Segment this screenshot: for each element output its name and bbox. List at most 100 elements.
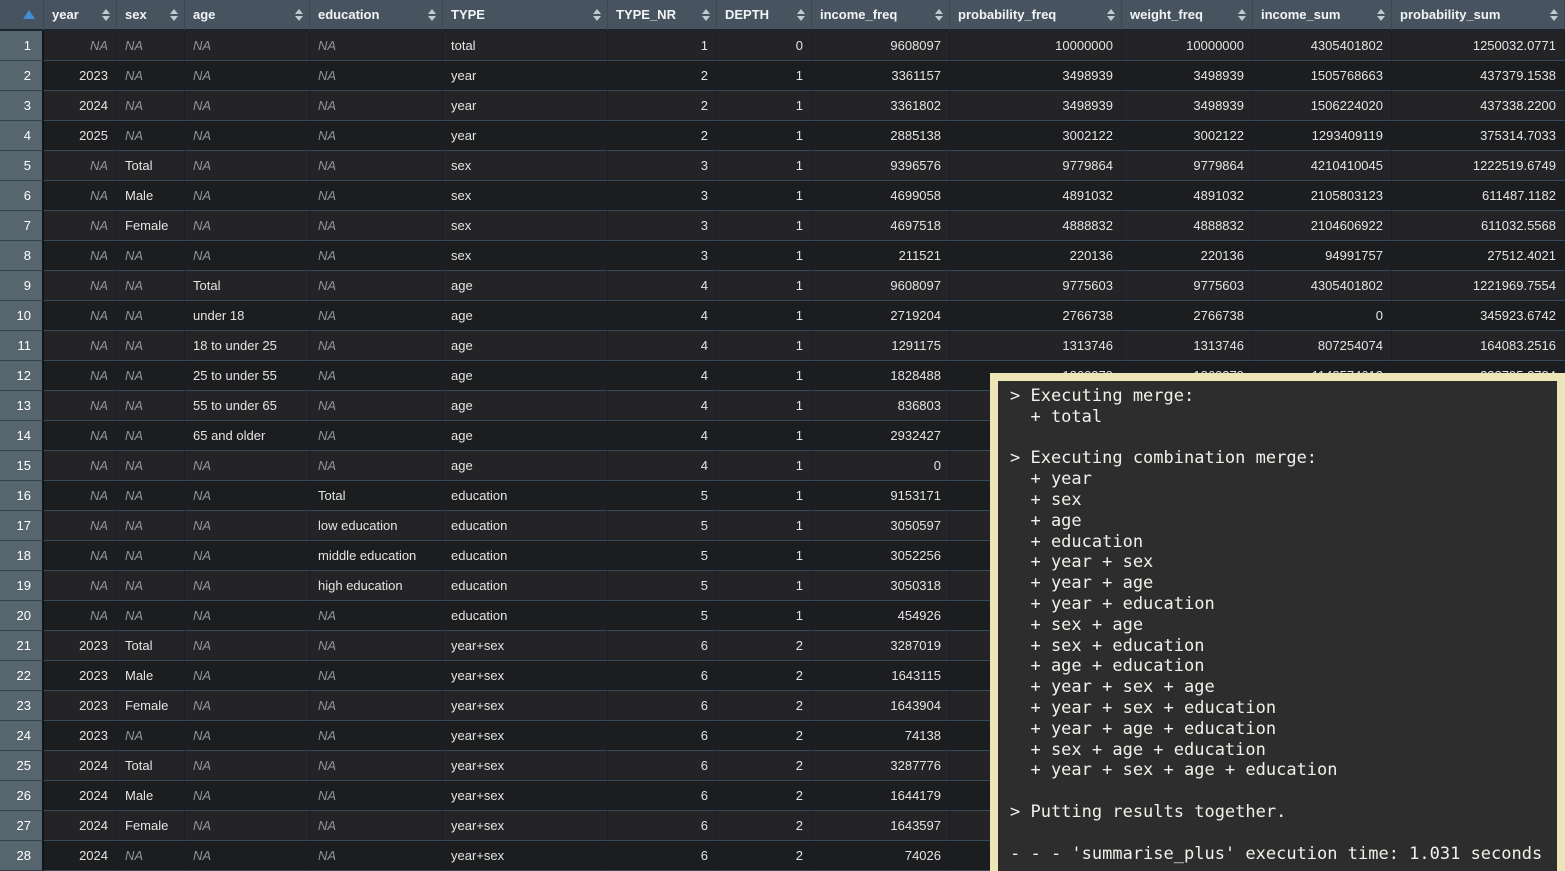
cell-DEPTH: 0 (717, 31, 812, 61)
sort-toggle-icon (1107, 9, 1115, 21)
cell-sex: NA (117, 31, 185, 61)
cell-DEPTH: 2 (717, 781, 812, 811)
cell-probability_freq: 3498939 (950, 61, 1122, 91)
cell-education: Total (310, 481, 443, 511)
cell-age: NA (185, 601, 310, 631)
sort-toggle-icon (1238, 9, 1246, 21)
triangle-down-icon (702, 16, 710, 21)
column-header-sex[interactable]: sex (117, 0, 185, 31)
cell-DEPTH: 1 (717, 91, 812, 121)
cell-TYPE_NR: 5 (608, 601, 717, 631)
cell-TYPE_NR: 4 (608, 361, 717, 391)
cell-sex: NA (117, 451, 185, 481)
cell-education: NA (310, 451, 443, 481)
triangle-up-icon (702, 9, 710, 14)
row-number: 3 (0, 91, 44, 121)
cell-TYPE_NR: 6 (608, 631, 717, 661)
column-header-weight_freq[interactable]: weight_freq (1122, 0, 1253, 31)
row-number: 14 (0, 421, 44, 451)
cell-income_sum: 1506224020 (1253, 91, 1392, 121)
column-header-probability_sum[interactable]: probability_sum (1392, 0, 1565, 31)
cell-sex: NA (117, 331, 185, 361)
cell-year: 2024 (44, 751, 117, 781)
cell-income_freq: 9608097 (812, 271, 950, 301)
table-row: 42025NANANAyear2128851383002122300212212… (0, 121, 1565, 151)
cell-age: 65 and older (185, 421, 310, 451)
column-header-probability_freq[interactable]: probability_freq (950, 0, 1122, 31)
column-header-rownum[interactable] (0, 0, 44, 31)
cell-TYPE_NR: 3 (608, 211, 717, 241)
cell-age: NA (185, 571, 310, 601)
cell-TYPE: year (443, 121, 608, 151)
cell-year: 2023 (44, 661, 117, 691)
column-header-income_sum[interactable]: income_sum (1253, 0, 1392, 31)
cell-sex: NA (117, 481, 185, 511)
row-number: 1 (0, 31, 44, 61)
column-header-income_freq[interactable]: income_freq (812, 0, 950, 31)
column-label-income_freq: income_freq (820, 7, 897, 22)
cell-education: NA (310, 331, 443, 361)
column-header-year[interactable]: year (44, 0, 117, 31)
cell-TYPE_NR: 6 (608, 691, 717, 721)
cell-DEPTH: 2 (717, 841, 812, 871)
triangle-up-icon (428, 9, 436, 14)
column-label-sex: sex (125, 7, 147, 22)
cell-sex: NA (117, 601, 185, 631)
column-header-DEPTH[interactable]: DEPTH (717, 0, 812, 31)
cell-income_freq: 74026 (812, 841, 950, 871)
cell-income_freq: 1643904 (812, 691, 950, 721)
cell-age: NA (185, 541, 310, 571)
cell-probability_sum: 27512.4021 (1392, 241, 1565, 271)
cell-income_sum: 94991757 (1253, 241, 1392, 271)
cell-income_sum: 1505768663 (1253, 61, 1392, 91)
cell-education: high education (310, 571, 443, 601)
cell-year: NA (44, 511, 117, 541)
cell-income_freq: 2885138 (812, 121, 950, 151)
column-label-DEPTH: DEPTH (725, 7, 769, 22)
cell-education: NA (310, 631, 443, 661)
cell-TYPE_NR: 5 (608, 511, 717, 541)
triangle-down-icon (1550, 16, 1558, 21)
triangle-up-icon (1238, 9, 1246, 14)
cell-year: NA (44, 391, 117, 421)
triangle-up-icon (1377, 9, 1385, 14)
column-header-TYPE[interactable]: TYPE (443, 0, 608, 31)
cell-sex: Male (117, 661, 185, 691)
triangle-up-icon (102, 9, 110, 14)
sort-ascending-icon (23, 10, 35, 19)
cell-education: NA (310, 61, 443, 91)
cell-income_freq: 3050597 (812, 511, 950, 541)
column-header-content: probability_sum (1392, 0, 1564, 29)
row-number: 23 (0, 691, 44, 721)
table-row: 11NANA18 to under 25NAage411291175131374… (0, 331, 1565, 361)
cell-DEPTH: 2 (717, 661, 812, 691)
cell-TYPE_NR: 2 (608, 61, 717, 91)
column-header-education[interactable]: education (310, 0, 443, 31)
row-number: 22 (0, 661, 44, 691)
sort-toggle-icon (702, 9, 710, 21)
cell-income_sum: 807254074 (1253, 331, 1392, 361)
cell-TYPE: age (443, 361, 608, 391)
table-row: 1NANANANAtotal10960809710000000100000004… (0, 31, 1565, 61)
cell-weight_freq: 1313746 (1122, 331, 1253, 361)
column-header-TYPE_NR[interactable]: TYPE_NR (608, 0, 717, 31)
cell-sex: Female (117, 691, 185, 721)
cell-weight_freq: 3498939 (1122, 91, 1253, 121)
cell-probability_freq: 4888832 (950, 211, 1122, 241)
column-header-content: sex (117, 0, 184, 29)
console-output-text: > Executing merge: + total > Executing c… (998, 381, 1557, 864)
row-number: 18 (0, 541, 44, 571)
cell-TYPE_NR: 5 (608, 481, 717, 511)
cell-DEPTH: 1 (717, 151, 812, 181)
cell-year: NA (44, 331, 117, 361)
cell-year: 2024 (44, 781, 117, 811)
column-label-probability_sum: probability_sum (1400, 7, 1500, 22)
cell-education: NA (310, 841, 443, 871)
column-header-age[interactable]: age (185, 0, 310, 31)
triangle-up-icon (935, 9, 943, 14)
cell-TYPE: sex (443, 211, 608, 241)
cell-age: NA (185, 691, 310, 721)
cell-income_freq: 3287776 (812, 751, 950, 781)
cell-probability_sum: 1250032.0771 (1392, 31, 1565, 61)
row-number: 21 (0, 631, 44, 661)
